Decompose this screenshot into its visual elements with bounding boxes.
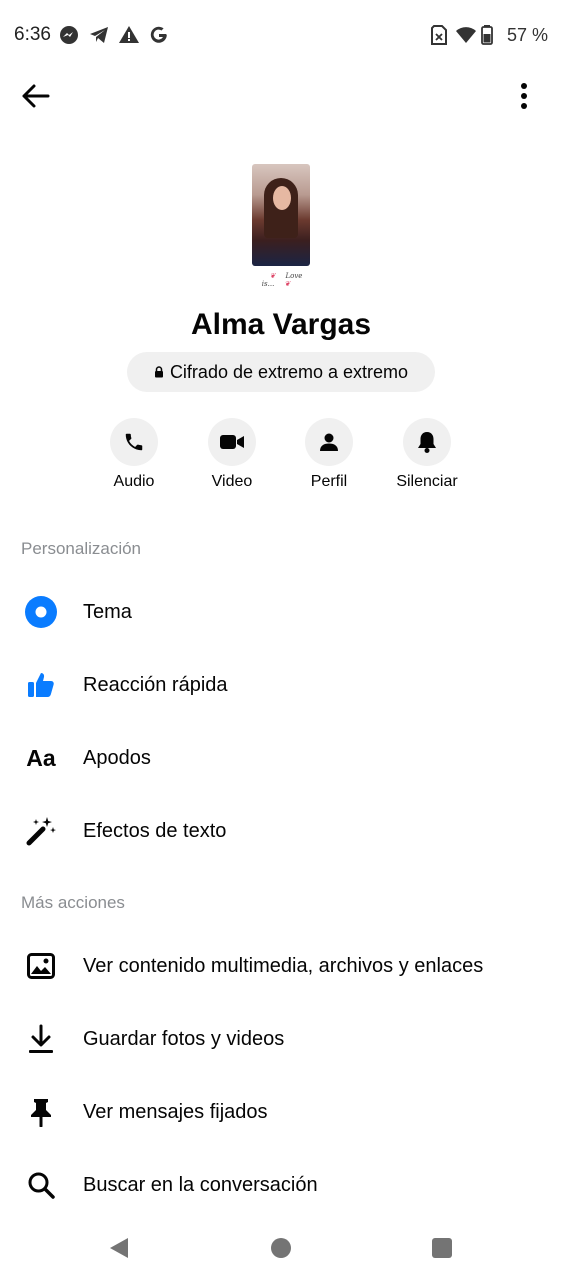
nickname-icon-text: Aa xyxy=(26,744,56,771)
download-icon xyxy=(29,1024,53,1053)
profile-photo-image xyxy=(252,164,310,266)
magic-wand-icon xyxy=(26,817,56,846)
nav-recents-icon[interactable] xyxy=(432,1238,452,1258)
status-bar: 6:36 57 % xyxy=(0,0,562,70)
nav-home-icon[interactable] xyxy=(271,1238,291,1258)
encryption-label: Cifrado de extremo a extremo xyxy=(169,361,409,382)
video-call-button[interactable]: Video xyxy=(182,418,282,491)
person-icon xyxy=(320,433,338,451)
mute-label: Silenciar xyxy=(396,473,458,490)
profile-photo[interactable]: Love is... xyxy=(240,160,322,288)
contact-name: Alma Vargas xyxy=(190,308,372,341)
audio-call-button[interactable]: Audio xyxy=(84,418,184,491)
status-time: 6:36 xyxy=(14,24,51,45)
more-options-button[interactable] xyxy=(516,80,532,112)
quick-reaction-row[interactable]: Reacción rápida xyxy=(0,655,562,715)
media-files-links-row[interactable]: Ver contenido multimedia, archivos y enl… xyxy=(0,936,562,996)
encryption-badge[interactable]: Cifrado de extremo a extremo xyxy=(127,352,435,392)
nicknames-row[interactable]: Aa Apodos xyxy=(0,728,562,788)
pin-icon xyxy=(31,1099,51,1127)
text-effects-row[interactable]: Efectos de texto xyxy=(0,801,562,861)
back-button[interactable] xyxy=(18,80,54,112)
media-files-links-label: Ver contenido multimedia, archivos y enl… xyxy=(83,954,484,977)
save-photos-videos-label: Guardar fotos y videos xyxy=(83,1027,285,1050)
battery-icon xyxy=(481,24,501,46)
search-conversation-label: Buscar en la conversación xyxy=(83,1173,318,1196)
text-effects-label: Efectos de texto xyxy=(83,819,227,842)
nav-back-icon[interactable] xyxy=(108,1237,130,1259)
photo-caption: Love is... xyxy=(240,272,322,288)
arrow-left-icon xyxy=(22,84,50,108)
pinned-messages-row[interactable]: Ver mensajes fijados xyxy=(0,1082,562,1142)
battery-percentage: 57 % xyxy=(506,24,548,45)
telegram-icon xyxy=(88,24,110,46)
image-icon xyxy=(27,953,55,979)
phone-icon xyxy=(125,433,143,451)
theme-label: Tema xyxy=(83,600,132,623)
lock-icon xyxy=(154,366,163,378)
system-navigation-bar xyxy=(0,1220,562,1280)
thumbs-up-icon xyxy=(28,673,54,697)
bell-icon xyxy=(418,432,436,453)
warning-icon xyxy=(118,24,140,46)
more-vertical-icon xyxy=(521,83,527,109)
mute-button[interactable]: Silenciar xyxy=(377,418,477,491)
wifi-icon xyxy=(455,24,476,46)
theme-icon xyxy=(25,596,57,628)
pinned-messages-label: Ver mensajes fijados xyxy=(83,1100,268,1123)
status-system-icons: 57 % xyxy=(429,24,548,46)
search-icon xyxy=(28,1172,55,1199)
nicknames-label: Apodos xyxy=(83,746,151,769)
nickname-icon: Aa xyxy=(24,741,58,775)
more-actions-section-title: Más acciones xyxy=(21,893,125,912)
profile-button[interactable]: Perfil xyxy=(279,418,379,491)
video-camera-icon xyxy=(220,435,244,449)
google-icon xyxy=(148,24,170,46)
audio-label: Audio xyxy=(113,473,155,490)
sim-off-icon xyxy=(429,24,449,46)
status-notification-icons xyxy=(58,24,170,46)
messenger-icon xyxy=(58,24,80,46)
theme-row[interactable]: Tema xyxy=(0,582,562,642)
profile-label: Perfil xyxy=(310,473,348,490)
search-conversation-row[interactable]: Buscar en la conversación xyxy=(0,1155,562,1215)
action-buttons: Audio Video Perfil Silenciar xyxy=(0,418,562,498)
video-label: Video xyxy=(211,473,253,490)
save-photos-videos-row[interactable]: Guardar fotos y videos xyxy=(0,1009,562,1069)
personalization-section-title: Personalización xyxy=(21,539,142,558)
quick-reaction-label: Reacción rápida xyxy=(83,673,228,696)
